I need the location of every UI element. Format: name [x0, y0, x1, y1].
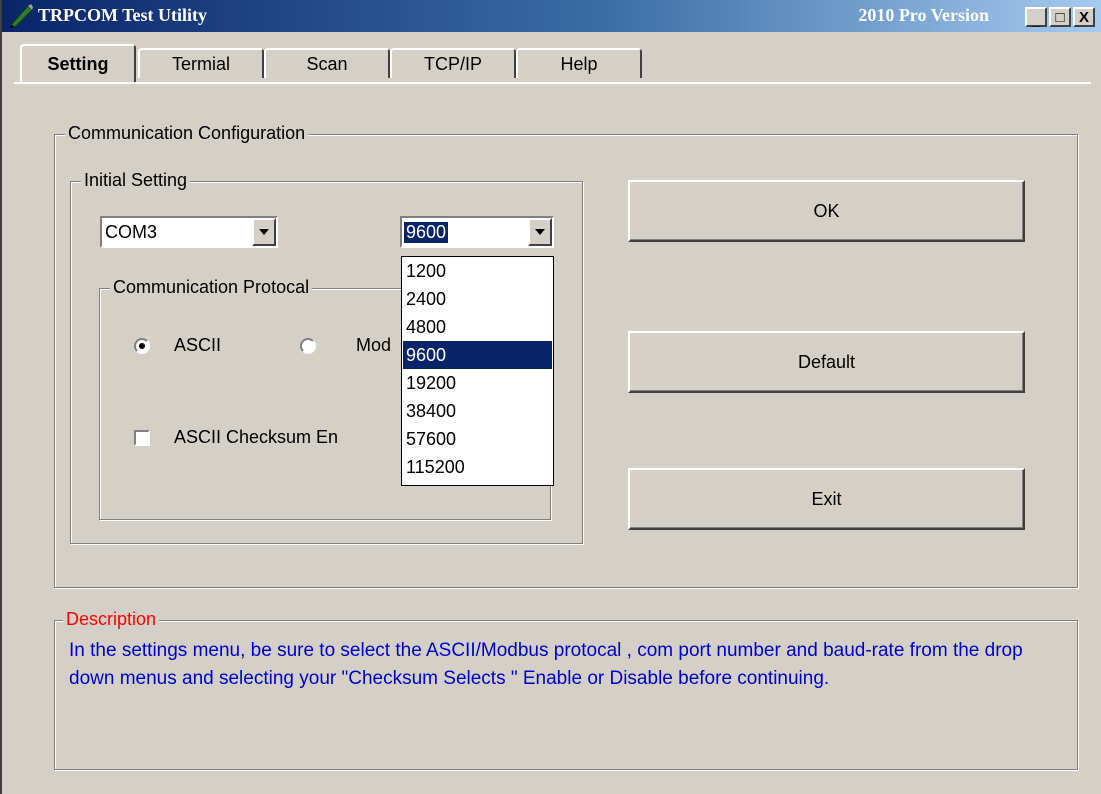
communication-protocol-label: Communication Protocal — [110, 277, 313, 298]
ascii-radio[interactable] — [134, 338, 150, 354]
minimize-icon: _ — [1031, 11, 1041, 29]
communication-configuration-label: Communication Configuration — [65, 123, 309, 144]
com-port-select[interactable]: COM3 — [100, 216, 278, 248]
modbus-radio-label: Mod — [356, 335, 392, 355]
maximize-icon: □ — [1055, 8, 1065, 26]
close-button[interactable]: X — [1073, 7, 1095, 27]
ascii-radio-label: ASCII — [174, 335, 222, 355]
initial-setting-label: Initial Setting — [81, 170, 191, 191]
app-window: TRPCOM Test Utility 2010 Pro Version _ □… — [0, 0, 1101, 794]
chevron-down-icon — [535, 229, 545, 235]
baud-rate-dropdown-button[interactable] — [528, 218, 552, 246]
description-text: In the settings menu, be sure to select … — [69, 640, 1023, 689]
window-title: TRPCOM Test Utility — [38, 5, 207, 25]
tab-setting[interactable]: Setting — [20, 44, 136, 82]
window-version: 2010 Pro Version — [858, 5, 989, 25]
baud-option-115200[interactable]: 115200 — [403, 453, 552, 481]
ok-button[interactable]: OK — [628, 180, 1025, 242]
baud-option-1200[interactable]: 1200 — [403, 257, 552, 285]
baud-option-4800[interactable]: 4800 — [403, 313, 552, 341]
baud-option-19200[interactable]: 19200 — [403, 369, 552, 397]
tab-help[interactable]: Help — [516, 48, 642, 78]
minimize-button[interactable]: _ — [1025, 7, 1047, 29]
chevron-down-icon — [259, 229, 269, 235]
title-bar[interactable]: TRPCOM Test Utility 2010 Pro Version _ □… — [2, 0, 1101, 32]
tab-termial[interactable]: Termial — [138, 48, 264, 78]
modbus-radio[interactable] — [300, 338, 316, 354]
baud-rate-select[interactable]: 9600 — [400, 216, 554, 248]
baud-option-9600[interactable]: 9600 — [403, 341, 552, 369]
baud-option-38400[interactable]: 38400 — [403, 397, 552, 425]
tab-tcpip[interactable]: TCP/IP — [390, 48, 516, 78]
description-group: Description In the settings menu, be sur… — [54, 609, 1078, 770]
baud-rate-dropdown-list: 1200 2400 4800 9600 19200 38400 57600 11… — [401, 256, 554, 486]
pen-app-icon — [10, 4, 33, 28]
description-label: Description — [63, 609, 160, 630]
maximize-button[interactable]: □ — [1049, 7, 1071, 27]
baud-option-57600[interactable]: 57600 — [403, 425, 552, 453]
default-button[interactable]: Default — [628, 331, 1025, 393]
com-port-value: COM3 — [105, 222, 158, 242]
baud-rate-value: 9600 — [404, 222, 449, 243]
exit-button[interactable]: Exit — [628, 468, 1025, 530]
baud-option-2400[interactable]: 2400 — [403, 285, 552, 313]
ascii-checksum-label: ASCII Checksum En — [174, 427, 339, 447]
ascii-checksum-checkbox[interactable] — [134, 430, 150, 446]
close-icon: X — [1078, 8, 1089, 26]
com-port-dropdown-button[interactable] — [252, 218, 276, 246]
tab-baseline — [14, 82, 1091, 84]
tab-scan[interactable]: Scan — [264, 48, 390, 78]
